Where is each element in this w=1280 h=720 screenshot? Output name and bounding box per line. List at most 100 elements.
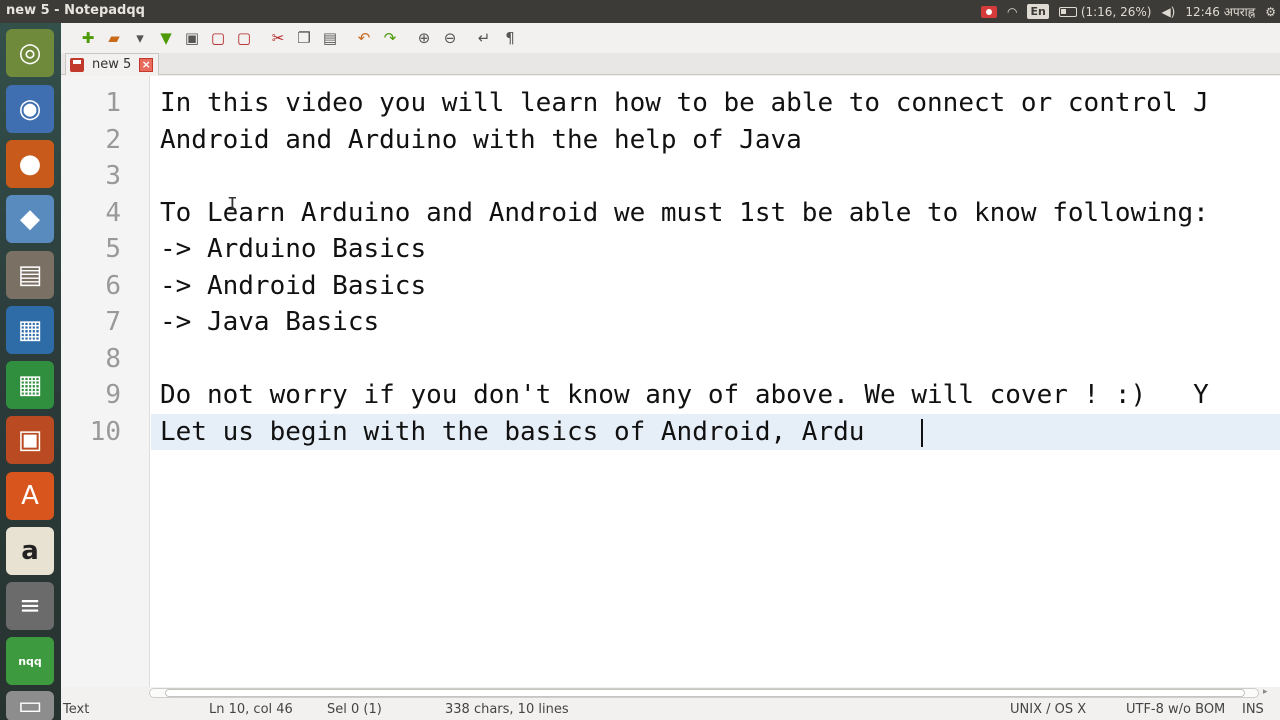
document-icon: ▦ <box>17 315 43 345</box>
cut-button[interactable]: ✂ <box>265 25 291 51</box>
launcher-software-center[interactable]: A <box>6 472 54 520</box>
session-indicator[interactable]: ⚙ <box>1265 5 1276 19</box>
new-file-button[interactable]: ✚ <box>75 25 101 51</box>
sound-indicator[interactable]: ◀) <box>1161 5 1175 19</box>
open-file-button[interactable]: ▰ <box>101 25 127 51</box>
editor[interactable]: 1 2 3 4 5 6 7 8 9 10 In this video you w… <box>61 76 1280 687</box>
line-number: 10 <box>89 417 121 447</box>
trash-icon: ▭ <box>17 691 43 720</box>
close-file-icon: ▢ <box>210 29 226 47</box>
scissors-icon: ✂ <box>271 29 285 47</box>
line-number: 6 <box>105 271 121 301</box>
presentation-icon: ▣ <box>17 425 43 455</box>
volume-icon: ◀) <box>1161 4 1176 19</box>
launcher: ◎ ◉ ● ◆ ▤ ▦ ▦ ▣ A a ≡ nqq ▭ <box>0 23 61 720</box>
code-line[interactable]: -> Arduino Basics <box>160 231 426 267</box>
code-line[interactable]: To Learn Arduino and Android we must 1st… <box>160 195 1209 231</box>
zoom-in-icon: ⊕ <box>417 29 431 47</box>
mouse-ibeam-cursor-icon: I <box>227 194 238 215</box>
undo-icon: ↶ <box>357 29 371 47</box>
launcher-notepadqq[interactable]: nqq <box>6 637 54 685</box>
line-number-gutter: 1 2 3 4 5 6 7 8 9 10 <box>61 76 150 687</box>
tab-new-5[interactable]: new 5 × <box>65 53 159 75</box>
redo-button[interactable]: ↷ <box>377 25 403 51</box>
code-line[interactable]: In this video you will learn how to be a… <box>160 85 1209 121</box>
show-all-characters-button[interactable]: ¶ <box>497 25 523 51</box>
keyboard-indicator[interactable]: En <box>1027 4 1049 19</box>
amazon-icon: a <box>21 536 39 566</box>
code-line[interactable]: Do not worry if you don't know any of ab… <box>160 377 1209 413</box>
keyboard-layout: En <box>1027 4 1049 19</box>
open-recent-dropdown[interactable]: ▾ <box>127 25 153 51</box>
status-line-endings[interactable]: UNIX / OS X <box>1010 702 1086 717</box>
indicator-area: ◠ En (1:16, 26%) ◀) 12:46 अपराह्न ⚙ <box>980 0 1280 23</box>
zoom-out-button[interactable]: ⊖ <box>437 25 463 51</box>
word-wrap-icon: ↵ <box>477 29 491 47</box>
close-file-button[interactable]: ▢ <box>205 25 231 51</box>
new-file-icon: ✚ <box>81 29 95 47</box>
code-line[interactable]: Let us begin with the basics of Android,… <box>160 414 864 450</box>
file-cabinet-icon: ▤ <box>17 260 43 290</box>
notepadqq-icon: nqq <box>18 654 42 668</box>
launcher-impress[interactable]: ▣ <box>6 416 54 464</box>
status-language-mode[interactable]: Text <box>63 702 89 717</box>
tab-close-icon[interactable]: × <box>139 57 154 72</box>
launcher-writer[interactable]: ▦ <box>6 306 54 354</box>
network-indicator[interactable]: ◠ <box>1007 5 1017 19</box>
code-line[interactable]: Android and Arduino with the help of Jav… <box>160 122 802 158</box>
horizontal-scrollbar[interactable]: ◂ ▸ <box>61 687 1280 699</box>
launcher-dash[interactable]: ◎ <box>6 29 54 77</box>
code-line[interactable]: -> Android Basics <box>160 268 426 304</box>
spreadsheet-icon: ▦ <box>17 370 43 400</box>
line-number: 9 <box>105 380 121 410</box>
scroll-right-icon[interactable]: ▸ <box>1263 687 1268 697</box>
status-selection: Sel 0 (1) <box>327 702 382 717</box>
undo-button[interactable]: ↶ <box>351 25 377 51</box>
recording-indicator[interactable] <box>980 5 997 18</box>
launcher-virtualbox[interactable]: ◆ <box>6 195 54 243</box>
word-wrap-button[interactable]: ↵ <box>471 25 497 51</box>
chrome-icon: ◉ <box>18 94 42 124</box>
launcher-files[interactable]: ▤ <box>6 251 54 299</box>
battery-icon <box>1058 6 1077 17</box>
line-number: 3 <box>105 161 121 191</box>
line-number: 2 <box>105 125 121 155</box>
record-icon <box>980 5 997 18</box>
launcher-calc[interactable]: ▦ <box>6 361 54 409</box>
launcher-trash[interactable]: ▭ <box>6 691 54 720</box>
battery-indicator[interactable]: (1:16, 26%) <box>1058 5 1151 19</box>
launcher-chrome[interactable]: ◉ <box>6 85 54 133</box>
status-insert-mode[interactable]: INS <box>1242 702 1264 717</box>
launcher-amazon[interactable]: a <box>6 527 54 575</box>
save-button[interactable]: ▼ <box>153 25 179 51</box>
line-number: 7 <box>105 307 121 337</box>
status-cursor-position: Ln 10, col 46 <box>209 702 293 717</box>
chevron-down-icon: ▾ <box>136 29 144 47</box>
copy-icon: ❐ <box>297 29 311 47</box>
launcher-apps-stack[interactable]: ≡ <box>6 582 54 630</box>
line-number: 1 <box>105 88 121 118</box>
toolbar: ✚ ▰ ▾ ▼ ▣ ▢ ▢ ✂ ❐ ▤ ↶ ↷ ⊕ ⊖ ↵ ¶ <box>61 23 1280 53</box>
shopping-bag-icon: A <box>21 481 39 511</box>
save-all-button[interactable]: ▣ <box>179 25 205 51</box>
launcher-firefox[interactable]: ● <box>6 140 54 188</box>
zoom-in-button[interactable]: ⊕ <box>411 25 437 51</box>
text-caret <box>921 419 923 447</box>
line-number: 5 <box>105 234 121 264</box>
tab-bar: new 5 × <box>61 53 1280 75</box>
scrollbar-thumb[interactable] <box>165 689 1245 697</box>
wifi-icon: ◠ <box>1006 4 1018 19</box>
unsaved-file-icon <box>70 57 84 72</box>
status-encoding[interactable]: UTF-8 w/o BOM <box>1126 702 1225 717</box>
pilcrow-icon: ¶ <box>505 29 515 47</box>
clock-text: 12:46 अपराह्न <box>1185 5 1256 19</box>
gear-icon: ⚙ <box>1265 4 1276 19</box>
save-all-icon: ▣ <box>184 29 200 47</box>
zoom-out-icon: ⊖ <box>443 29 457 47</box>
window-title: new 5 - Notepadqq <box>6 3 145 18</box>
clock-indicator[interactable]: 12:46 अपराह्न <box>1185 3 1255 20</box>
close-all-button[interactable]: ▢ <box>231 25 257 51</box>
copy-button[interactable]: ❐ <box>291 25 317 51</box>
code-line[interactable]: -> Java Basics <box>160 304 379 340</box>
paste-button[interactable]: ▤ <box>317 25 343 51</box>
